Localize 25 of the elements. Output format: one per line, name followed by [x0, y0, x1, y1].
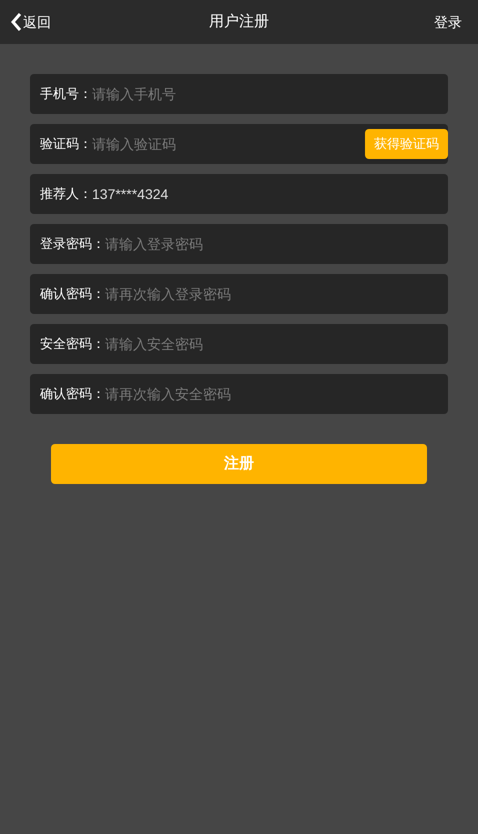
form-field[interactable]: 安全密码：请输入安全密码 — [30, 324, 448, 364]
input-field[interactable]: 请再次输入安全密码 — [105, 374, 448, 414]
form-field[interactable]: 确认密码：请再次输入登录密码 — [30, 274, 448, 314]
field-label: 推荐人： — [40, 185, 92, 204]
field-label: 确认密码： — [40, 385, 105, 404]
form-field[interactable]: 验证码：请输入验证码 获得验证码 — [30, 124, 448, 164]
input-field[interactable]: 137****4324 — [92, 174, 448, 214]
field-label: 手机号： — [40, 85, 92, 104]
login-link[interactable]: 登录 — [434, 12, 468, 32]
input-field[interactable]: 请再次输入登录密码 — [105, 274, 448, 314]
input-field[interactable]: 请输入验证码 — [92, 124, 365, 164]
field-label: 安全密码： — [40, 335, 105, 354]
input-field[interactable]: 请输入安全密码 — [105, 324, 448, 364]
form-field[interactable]: 确认密码：请再次输入安全密码 — [30, 374, 448, 414]
input-field[interactable]: 请输入登录密码 — [105, 224, 448, 264]
field-label: 验证码： — [40, 135, 92, 154]
back-button[interactable]: 返回 — [10, 12, 51, 32]
input-field[interactable]: 请输入手机号 — [92, 74, 448, 114]
form-field[interactable]: 登录密码：请输入登录密码 — [30, 224, 448, 264]
form-field[interactable]: 推荐人：137****4324 — [30, 174, 448, 214]
form-field[interactable]: 手机号：请输入手机号 — [30, 74, 448, 114]
field-label: 登录密码： — [40, 235, 105, 254]
field-label: 确认密码： — [40, 285, 105, 304]
chevron-left-icon — [10, 12, 22, 32]
page-title: 用户注册 — [209, 12, 269, 32]
